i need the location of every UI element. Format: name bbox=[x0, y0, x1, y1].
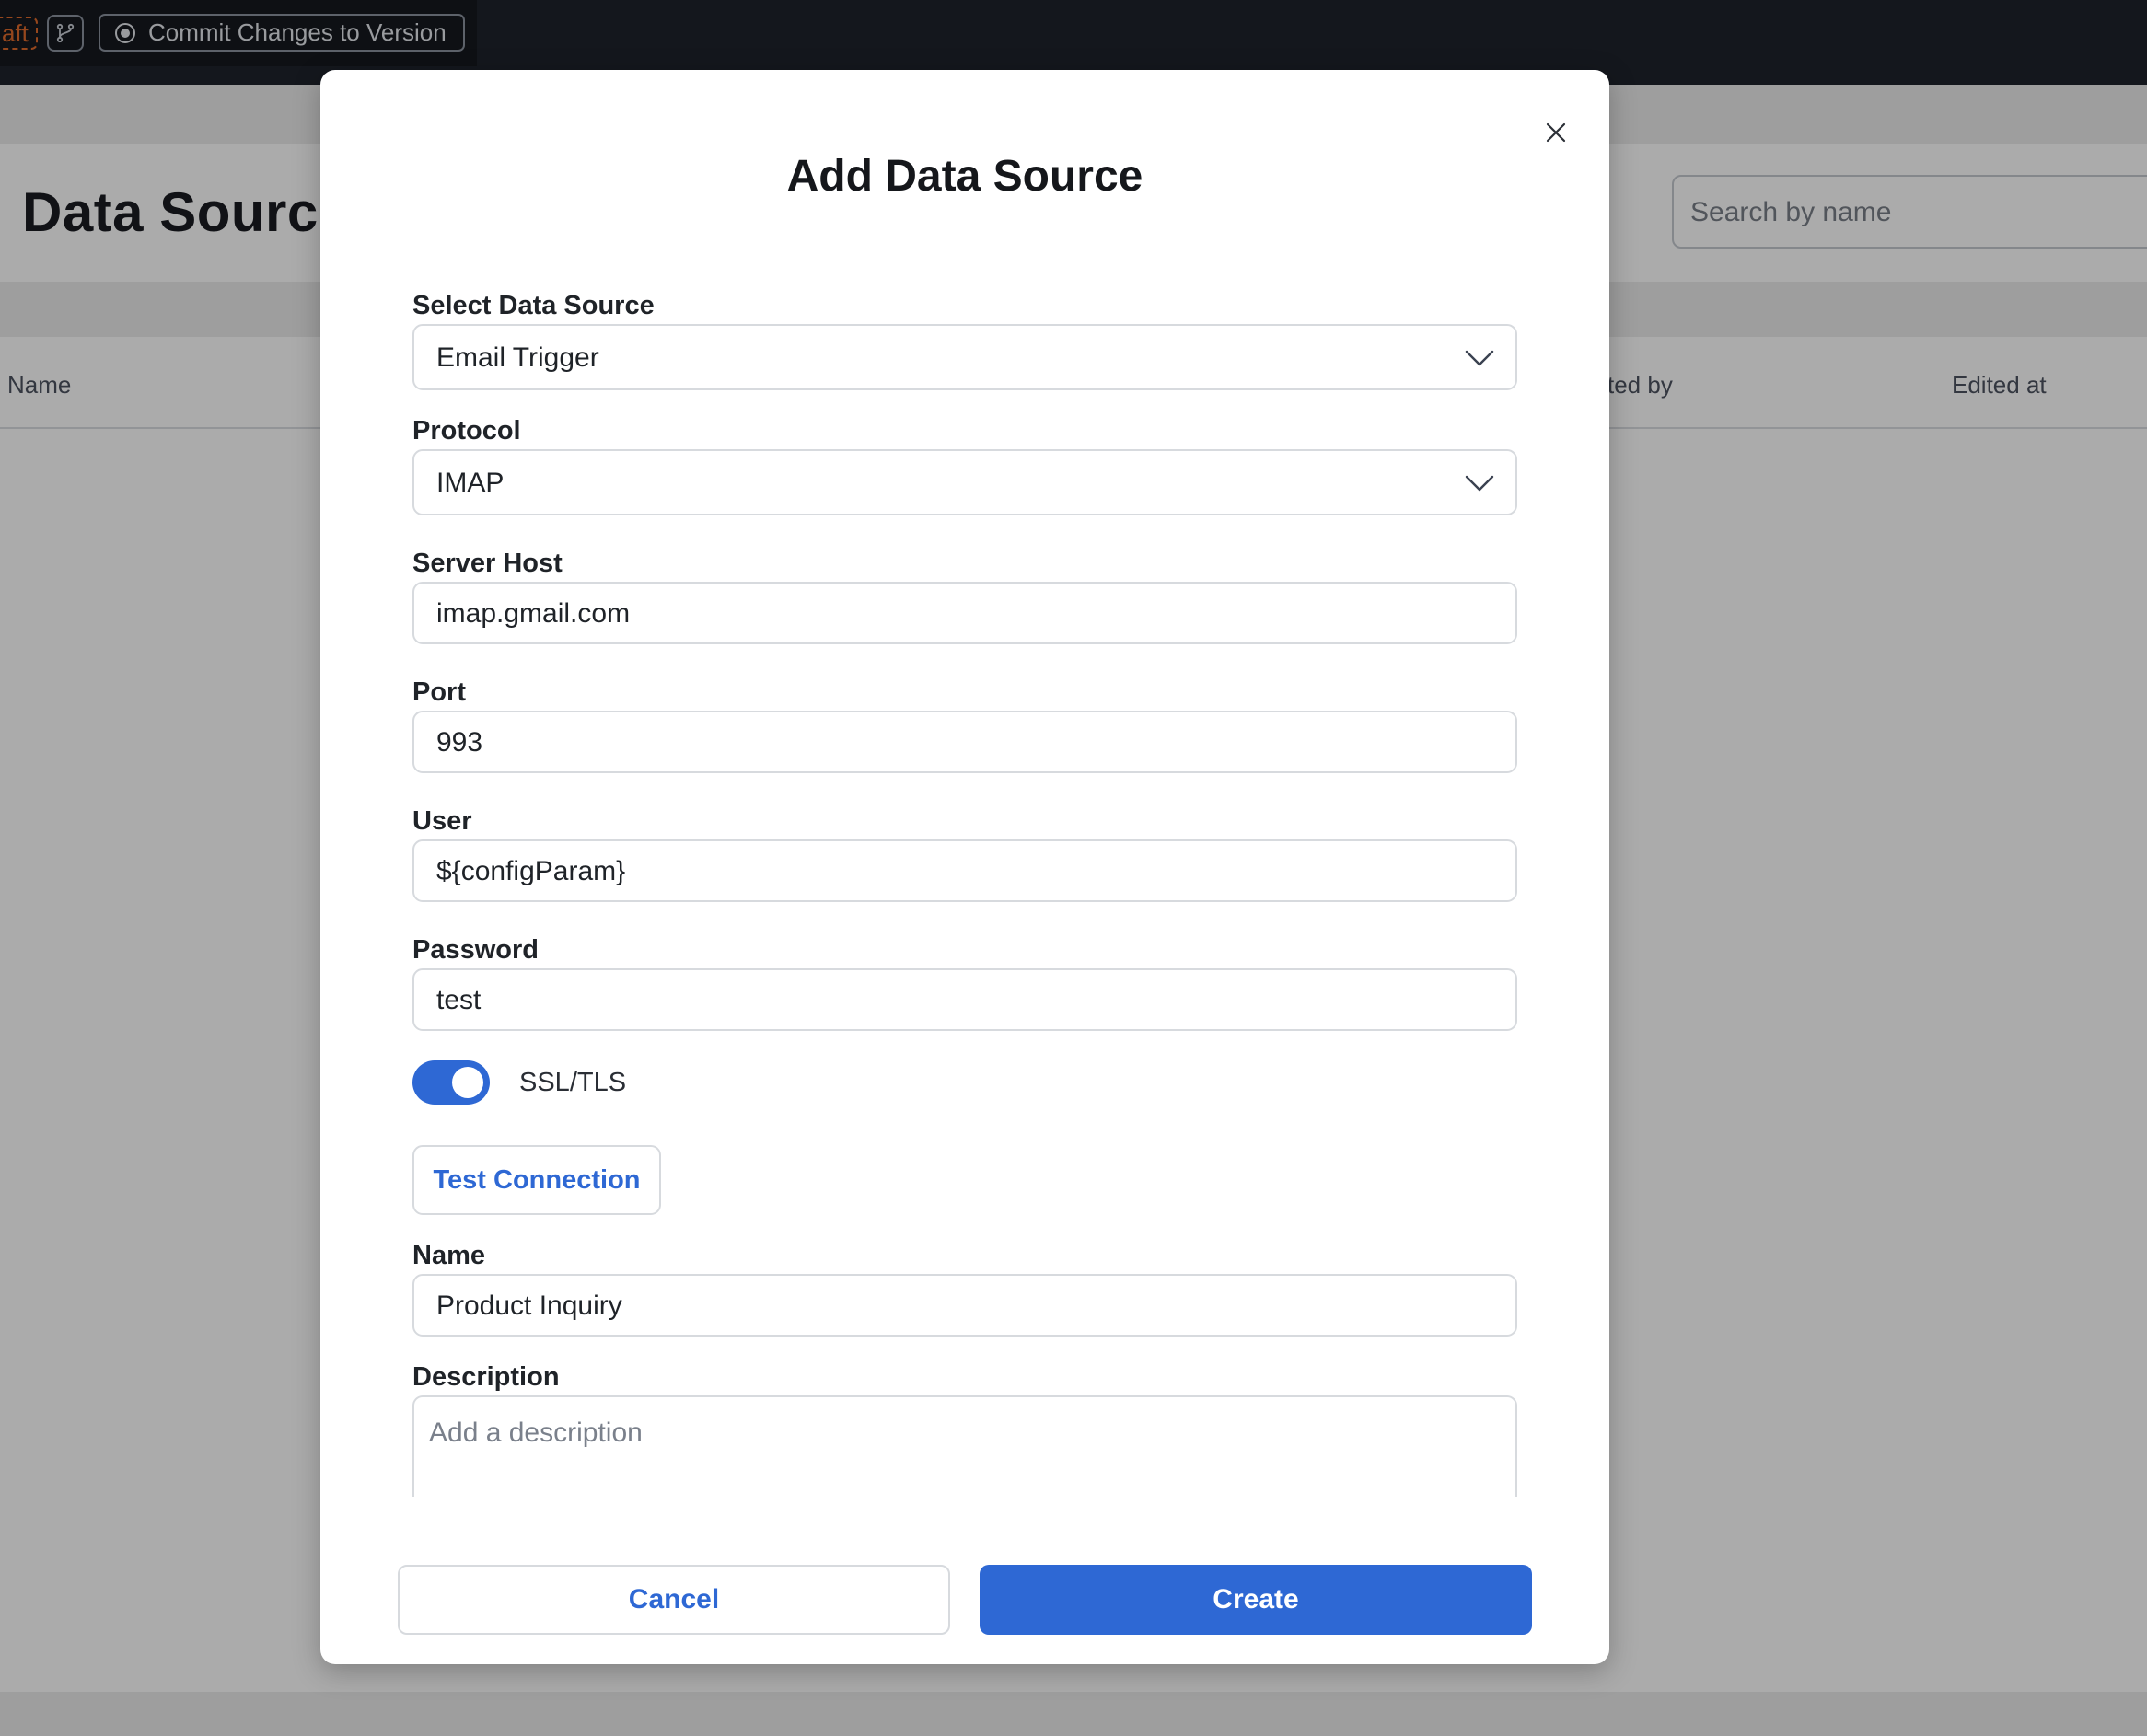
dialog-title: Add Data Source bbox=[786, 152, 1143, 201]
description-placeholder: Add a description bbox=[429, 1418, 643, 1448]
ssl-tls-label: SSL/TLS bbox=[519, 1068, 627, 1097]
server-host-value: imap.gmail.com bbox=[436, 598, 631, 629]
port-value: 993 bbox=[436, 727, 483, 758]
chevron-down-icon bbox=[1465, 350, 1494, 366]
port-input[interactable]: 993 bbox=[412, 711, 1517, 773]
description-textarea[interactable]: Add a description bbox=[412, 1395, 1517, 1497]
protocol-select[interactable]: IMAP bbox=[412, 449, 1517, 515]
add-data-source-dialog: Add Data Source Select Data Source Email… bbox=[320, 70, 1609, 1664]
port-label: Port bbox=[412, 677, 466, 707]
toggle-knob bbox=[452, 1067, 483, 1098]
user-label: User bbox=[412, 806, 472, 836]
close-button[interactable] bbox=[1534, 110, 1578, 155]
test-connection-label: Test Connection bbox=[433, 1164, 641, 1195]
user-input[interactable]: ${configParam} bbox=[412, 839, 1517, 902]
close-icon bbox=[1546, 122, 1566, 143]
chevron-down-icon bbox=[1465, 475, 1494, 492]
password-label: Password bbox=[412, 935, 539, 965]
protocol-value: IMAP bbox=[436, 468, 505, 498]
password-input[interactable]: test bbox=[412, 968, 1517, 1031]
description-label: Description bbox=[412, 1362, 560, 1392]
cancel-label: Cancel bbox=[628, 1584, 720, 1614]
data-source-label: Select Data Source bbox=[412, 291, 655, 320]
protocol-label: Protocol bbox=[412, 416, 521, 446]
data-source-value: Email Trigger bbox=[436, 342, 599, 373]
server-host-input[interactable]: imap.gmail.com bbox=[412, 582, 1517, 644]
ssl-tls-toggle[interactable] bbox=[412, 1060, 490, 1105]
name-value: Product Inquiry bbox=[436, 1290, 622, 1321]
create-button[interactable]: Create bbox=[980, 1565, 1532, 1635]
create-label: Create bbox=[1213, 1584, 1299, 1614]
name-input[interactable]: Product Inquiry bbox=[412, 1274, 1517, 1337]
data-source-select[interactable]: Email Trigger bbox=[412, 324, 1517, 390]
cancel-button[interactable]: Cancel bbox=[398, 1565, 950, 1635]
server-host-label: Server Host bbox=[412, 549, 563, 578]
test-connection-button[interactable]: Test Connection bbox=[412, 1145, 661, 1215]
name-label: Name bbox=[412, 1241, 485, 1270]
user-value: ${configParam} bbox=[436, 856, 626, 886]
password-value: test bbox=[436, 985, 482, 1015]
